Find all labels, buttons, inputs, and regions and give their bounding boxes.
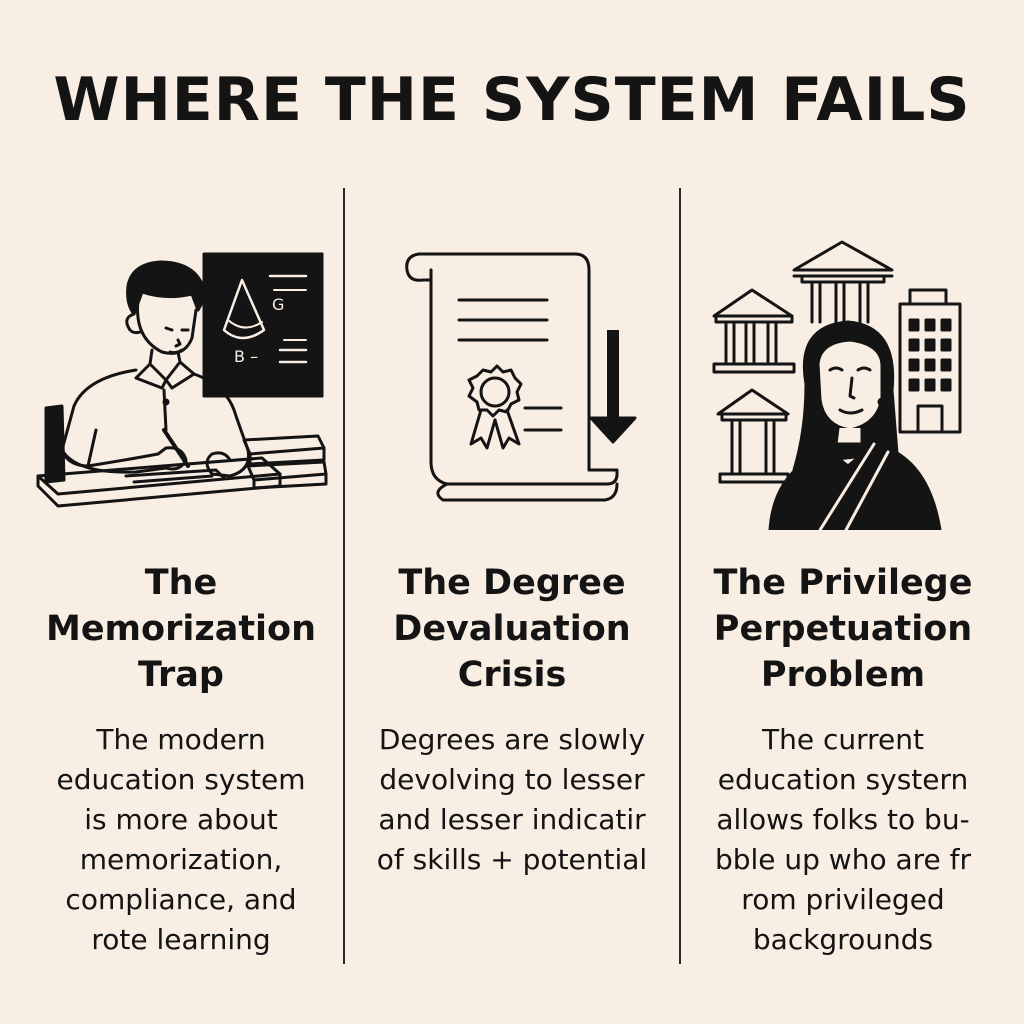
column-body: Degrees are slowly devolving to lesser a…	[347, 720, 677, 880]
column-privilege-perpetuation: The Privilege Perpetuation Problem The c…	[678, 230, 1008, 990]
body-line: education system	[56, 763, 306, 796]
heading-line: Memorization	[45, 609, 317, 649]
chalkboard-label-b: B –	[234, 347, 258, 366]
chalkboard-label-g: G	[272, 295, 284, 314]
body-line: rom privileged	[741, 883, 945, 916]
body-line: rote learning	[91, 923, 271, 956]
student-at-desk-illustration: G B –	[16, 230, 346, 530]
body-line: and lesser indicatir	[378, 803, 646, 836]
body-line: devolving to lesser	[379, 763, 645, 796]
column-degree-devaluation: The Degree Devaluation Crisis Degrees ar…	[347, 230, 677, 990]
classical-building-icon	[716, 388, 790, 484]
heading-line: Devaluation	[393, 609, 631, 649]
body-line: allows folks to bu-	[716, 803, 970, 836]
body-line: education systern	[717, 763, 969, 796]
column-heading: The Memorization Trap	[16, 560, 346, 698]
chalkboard-icon: G B –	[202, 252, 324, 398]
heading-line: Problem	[760, 655, 926, 695]
body-line: is more about	[84, 803, 278, 836]
column-heading: The Degree Devaluation Crisis	[347, 560, 677, 698]
heading-line: The Degree	[398, 563, 626, 603]
heading-line: The Privilege	[713, 563, 973, 603]
body-line: Degrees are slowly	[378, 723, 646, 756]
classical-building-icon	[792, 240, 894, 324]
column-memorization-trap: G B – The Memorization Trap The modern e…	[16, 230, 346, 990]
heading-line: Trap	[138, 655, 224, 695]
page-title: WHERE THE SYSTEM FAILS	[53, 65, 971, 135]
diploma-scroll-icon	[347, 230, 677, 530]
heading-line: The	[144, 563, 218, 603]
woman-portrait-illustration	[678, 230, 1008, 530]
column-body: The current education systern allows fol…	[678, 720, 1008, 960]
body-line: memorization,	[79, 843, 283, 876]
body-line: The current	[762, 723, 924, 756]
body-line: of skills + potential	[376, 843, 648, 876]
column-body: The modern education system is more abou…	[16, 720, 346, 960]
heading-line: Crisis	[457, 655, 567, 695]
award-ribbon-icon	[467, 364, 523, 450]
column-heading: The Privilege Perpetuation Problem	[678, 560, 1008, 698]
body-line: backgrounds	[752, 923, 934, 956]
body-line: bble up who are fr	[714, 843, 972, 876]
down-arrow-icon	[589, 330, 637, 444]
office-building-icon	[898, 288, 962, 434]
body-line: compliance, and	[65, 883, 297, 916]
classical-building-icon	[712, 288, 796, 374]
heading-line: Perpetuation	[713, 609, 973, 649]
body-line: The modern	[96, 723, 266, 756]
